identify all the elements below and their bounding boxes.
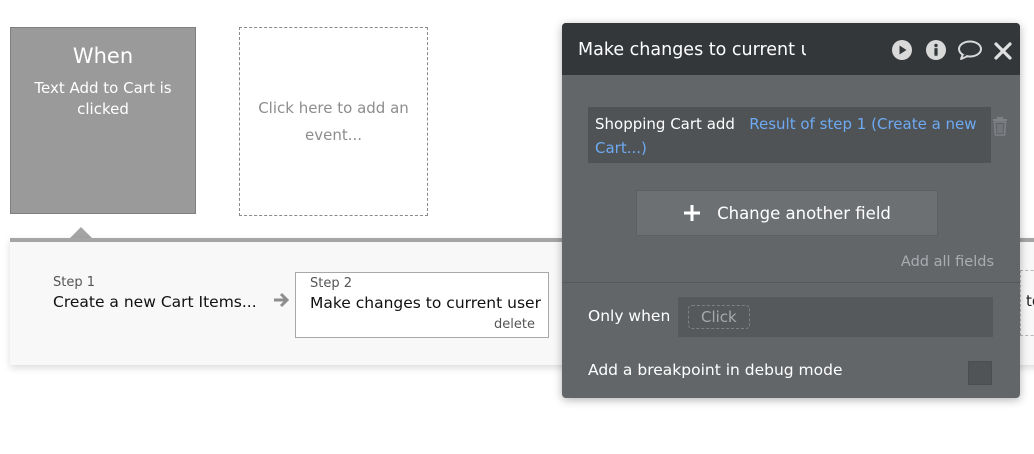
step-card-2[interactable]: Step 2 Make changes to current user dele…: [295, 272, 549, 338]
only-when-click-placeholder[interactable]: Click: [688, 305, 750, 329]
trash-icon[interactable]: [991, 116, 1009, 136]
step-card-1[interactable]: Step 1 Create a new Cart Items...: [53, 275, 263, 335]
breakpoint-label: Add a breakpoint in debug mode: [588, 361, 843, 379]
add-event-label: Click here to add an event...: [258, 98, 409, 144]
only-when-condition-field[interactable]: Click: [678, 297, 993, 337]
play-icon[interactable]: [891, 39, 913, 61]
close-icon[interactable]: [994, 42, 1012, 60]
info-icon[interactable]: [925, 39, 947, 61]
change-another-field-button[interactable]: Change another field: [636, 190, 938, 236]
step-2-title: Make changes to current user: [310, 294, 541, 312]
add-step-text: to: [1026, 292, 1034, 310]
action-panel: Make changes to current user Shopping Ca…: [562, 23, 1020, 398]
comment-icon[interactable]: [957, 39, 983, 61]
add-event-placeholder[interactable]: Click here to add an event...: [239, 27, 428, 216]
plus-icon: [684, 205, 701, 221]
arrow-right-icon: [274, 292, 290, 308]
breakpoint-checkbox[interactable]: [968, 361, 992, 385]
panel-divider: [562, 282, 1020, 283]
event-when-title: When: [72, 44, 134, 68]
panel-header: Make changes to current user: [562, 23, 1020, 75]
only-when-label: Only when: [588, 307, 671, 325]
step-1-title: Create a new Cart Items...: [53, 293, 257, 311]
change-another-field-label: Change another field: [717, 203, 891, 223]
field-row-shopping-cart[interactable]: Shopping Cart add Result of step 1 (Crea…: [588, 107, 991, 163]
step-1-label: Step 1: [53, 275, 96, 290]
field-name: Shopping Cart add: [595, 115, 735, 133]
panel-title: Make changes to current user: [578, 40, 806, 60]
event-when-description: Text Add to Cart is clicked: [34, 79, 172, 118]
strip-notch: [70, 227, 92, 238]
delete-step-link[interactable]: delete: [494, 317, 535, 332]
step-2-label: Step 2: [310, 276, 353, 291]
event-card-when[interactable]: When Text Add to Cart is clicked: [10, 27, 196, 214]
add-all-fields-link[interactable]: Add all fields: [901, 254, 994, 270]
